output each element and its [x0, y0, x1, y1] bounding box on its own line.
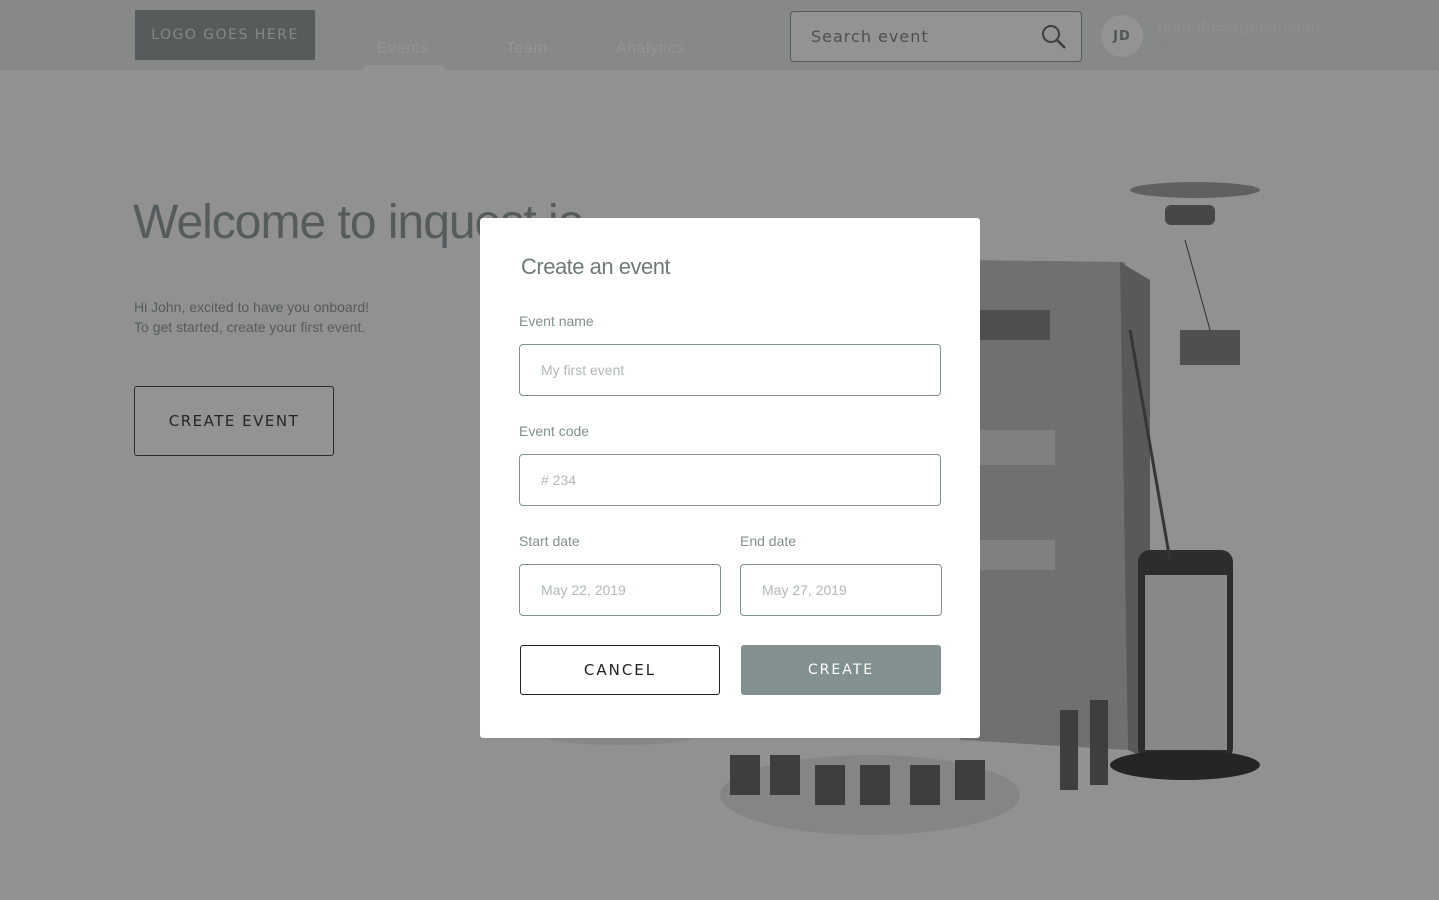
start-date-input[interactable]: [519, 564, 721, 616]
end-date-input[interactable]: [740, 564, 942, 616]
end-date-label: End date: [740, 533, 797, 549]
start-date-label: Start date: [519, 533, 580, 549]
create-event-dialog: Create an event Event name Event code St…: [480, 218, 980, 738]
create-button[interactable]: CREATE: [741, 645, 941, 695]
event-code-label: Event code: [519, 423, 590, 439]
cancel-button[interactable]: CANCEL: [520, 645, 720, 695]
event-code-input[interactable]: [519, 454, 941, 506]
dialog-title: Create an event: [521, 254, 671, 279]
event-name-input[interactable]: [519, 344, 941, 396]
event-name-label: Event name: [519, 313, 594, 329]
